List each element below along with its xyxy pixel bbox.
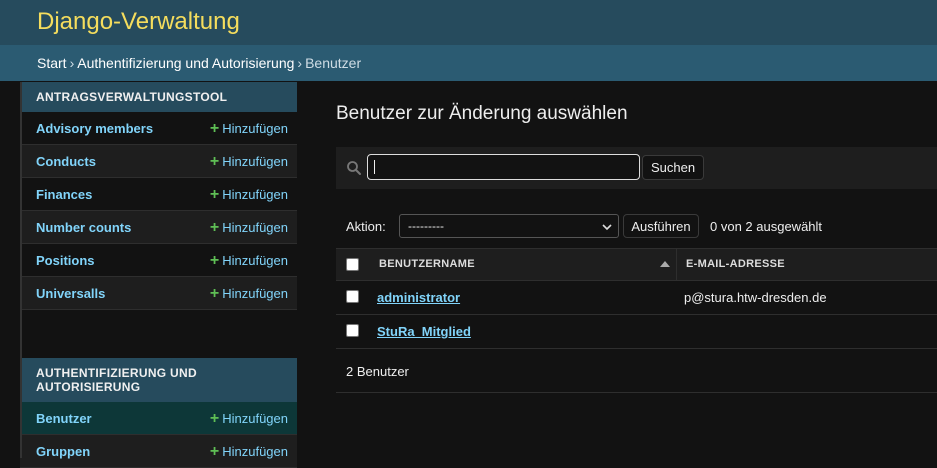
breadcrumb-separator: › [69, 55, 75, 71]
breadcrumb-home[interactable]: Start [37, 55, 67, 71]
actions-bar: Aktion: --------- Ausführen 0 von 2 ausg… [336, 213, 937, 239]
add-label: Hinzufügen [222, 285, 288, 301]
result-count: 2 Benutzer [346, 364, 409, 379]
sidebar-model-link[interactable]: Positions [36, 253, 95, 268]
sidebar-item-positions: Positions + Hinzufügen [20, 244, 297, 277]
row-checkbox[interactable] [346, 324, 359, 337]
column-divider [676, 249, 677, 280]
sidebar-model-link[interactable]: Universalls [36, 286, 105, 301]
chevron-down-icon [602, 224, 612, 231]
sidebar-item-number-counts: Number counts + Hinzufügen [20, 211, 297, 244]
username-link[interactable]: StuRa_Mitglied [377, 324, 471, 339]
module-caption-antragsverwaltungstool[interactable]: ANTRAGSVERWALTUNGSTOOL [20, 82, 297, 112]
plus-icon: + [209, 409, 220, 427]
action-label: Aktion: [346, 219, 386, 234]
add-link[interactable]: + Hinzufügen [209, 442, 288, 460]
add-label: Hinzufügen [222, 186, 288, 202]
select-all-checkbox[interactable] [346, 258, 359, 271]
sidebar-model-link[interactable]: Advisory members [36, 121, 153, 136]
sidebar-spacer [20, 310, 297, 358]
row-checkbox[interactable] [346, 290, 359, 303]
breadcrumb-app[interactable]: Authentifizierung und Autorisierung [77, 55, 294, 71]
search-toolbar: Suchen [336, 147, 937, 189]
sidebar-item-benutzer: Benutzer + Hinzufügen [20, 402, 297, 435]
sidebar-item-advisory-members: Advisory members + Hinzufügen [20, 112, 297, 145]
breadcrumb-separator: › [297, 55, 303, 71]
plus-icon: + [209, 119, 220, 137]
add-link[interactable]: + Hinzufügen [209, 409, 288, 427]
sidebar-item-universalls: Universalls + Hinzufügen [20, 277, 297, 310]
run-action-button[interactable]: Ausführen [623, 214, 699, 238]
sidebar-item-gruppen: Gruppen + Hinzufügen [20, 435, 297, 468]
sort-ascending-icon[interactable] [660, 261, 670, 267]
table-row: StuRa_Mitglied [336, 315, 937, 349]
sidebar-model-link[interactable]: Conducts [36, 154, 96, 169]
add-link[interactable]: + Hinzufügen [209, 218, 288, 236]
paginator: 2 Benutzer [336, 349, 937, 393]
add-label: Hinzufügen [222, 219, 288, 235]
search-button[interactable]: Suchen [642, 155, 704, 180]
add-link[interactable]: + Hinzufügen [209, 119, 288, 137]
add-link[interactable]: + Hinzufügen [209, 152, 288, 170]
module-caption-auth[interactable]: AUTHENTIFIZIERUNG UND AUTORISIERUNG [20, 358, 297, 402]
add-link[interactable]: + Hinzufügen [209, 185, 288, 203]
search-input[interactable] [367, 154, 640, 180]
sidebar-model-link[interactable]: Finances [36, 187, 92, 202]
column-header-username[interactable]: BENUTZERNAME [379, 249, 475, 280]
add-label: Hinzufügen [222, 120, 288, 136]
text-caret [374, 160, 375, 174]
add-label: Hinzufügen [222, 443, 288, 459]
table-row: administrator p@stura.htw-dresden.de [336, 281, 937, 315]
add-label: Hinzufügen [222, 252, 288, 268]
plus-icon: + [209, 442, 220, 460]
site-brand[interactable]: Django-Verwaltung [37, 7, 240, 37]
sidebar-item-finances: Finances + Hinzufügen [20, 178, 297, 211]
sidebar-model-link[interactable]: Gruppen [36, 444, 90, 459]
add-label: Hinzufügen [222, 153, 288, 169]
action-select[interactable]: --------- [399, 214, 619, 238]
plus-icon: + [209, 218, 220, 236]
plus-icon: + [209, 185, 220, 203]
add-link[interactable]: + Hinzufügen [209, 251, 288, 269]
page-title: Benutzer zur Änderung auswählen [336, 103, 628, 124]
username-link[interactable]: administrator [377, 290, 460, 305]
action-select-value: --------- [408, 219, 444, 233]
add-link[interactable]: + Hinzufügen [209, 284, 288, 302]
plus-icon: + [209, 152, 220, 170]
table-header: BENUTZERNAME E-MAIL-ADRESSE [336, 248, 937, 281]
nav-sidebar: ANTRAGSVERWALTUNGSTOOL Advisory members … [20, 82, 297, 468]
add-label: Hinzufügen [222, 410, 288, 426]
sidebar-item-conducts: Conducts + Hinzufügen [20, 145, 297, 178]
breadcrumb-current: Benutzer [305, 55, 362, 71]
result-list: BENUTZERNAME E-MAIL-ADRESSE administrato… [336, 248, 937, 393]
sidebar-model-link[interactable]: Number counts [36, 220, 131, 235]
breadcrumb: Start › Authentifizierung und Autorisierun… [0, 45, 937, 81]
search-icon [347, 161, 361, 175]
plus-icon: + [209, 251, 220, 269]
sidebar-border [20, 82, 22, 458]
plus-icon: + [209, 284, 220, 302]
site-header: Django-Verwaltung [0, 0, 937, 45]
email-cell: p@stura.htw-dresden.de [684, 290, 827, 305]
sidebar-model-link[interactable]: Benutzer [36, 411, 92, 426]
selection-counter: 0 von 2 ausgewählt [710, 219, 823, 234]
column-header-email[interactable]: E-MAIL-ADRESSE [686, 249, 785, 280]
